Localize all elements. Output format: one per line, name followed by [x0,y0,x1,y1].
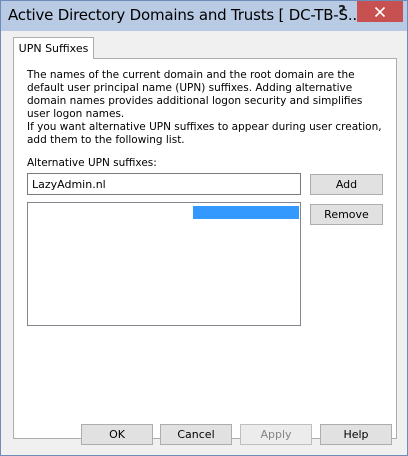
close-title-button[interactable] [357,1,403,22]
ok-button[interactable]: OK [81,424,153,445]
list-item-selected[interactable] [193,206,299,219]
help-icon: ? [338,4,346,19]
add-button[interactable]: Add [310,174,383,195]
upn-suffix-list[interactable] [27,202,301,326]
help-button[interactable]: Help [320,424,392,445]
dialog-window: Active Directory Domains and Trusts [ DC… [0,0,408,456]
description-alternative-suffixes: If you want alternative UPN suffixes to … [27,121,382,146]
title-bar[interactable]: Active Directory Domains and Trusts [ DC… [1,1,407,31]
cancel-button[interactable]: Cancel [160,424,232,445]
upn-suffix-input[interactable] [27,173,301,195]
tab-label: UPN Suffixes [18,42,89,55]
dialog-client-area: UPN Suffixes The names of the current do… [8,31,400,449]
help-title-button[interactable]: ? [328,1,356,22]
alternative-upn-label: Alternative UPN suffixes: [27,157,157,169]
remove-button[interactable]: Remove [310,204,383,225]
tab-panel: The names of the current domain and the … [13,58,397,439]
tab-upn-suffixes[interactable]: UPN Suffixes [13,37,94,59]
window-title: Active Directory Domains and Trusts [ DC… [8,6,362,24]
close-icon [374,6,386,17]
apply-button[interactable]: Apply [240,424,312,445]
description-default-suffixes: The names of the current domain and the … [27,69,363,120]
